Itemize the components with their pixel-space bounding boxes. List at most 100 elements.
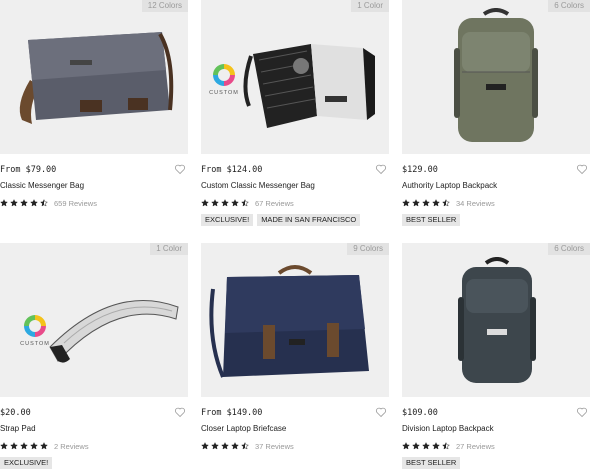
heart-outline-icon[interactable]: [174, 406, 186, 418]
heart-outline-icon[interactable]: [375, 406, 387, 418]
tag-list: BEST SELLER: [402, 457, 590, 469]
product-image-tile[interactable]: 6 Colors: [402, 243, 590, 397]
star-icon: [211, 199, 219, 207]
product-card[interactable]: 1 Color CUSTOM From $124.00 Custom Class…: [201, 0, 389, 226]
star-rating: [201, 199, 249, 207]
product-price: $129.00: [402, 165, 438, 175]
star-icon: [422, 199, 430, 207]
product-name[interactable]: Closer Laptop Briefcase: [201, 424, 389, 436]
colors-badge: 1 Color: [351, 0, 389, 12]
product-price: From $149.00: [201, 408, 263, 418]
tag-list: BEST SELLER: [402, 214, 590, 226]
star-icon: [201, 199, 209, 207]
star-icon: [422, 442, 430, 450]
messenger-bag-image: [19, 32, 174, 124]
rating-row[interactable]: 2 Reviews: [0, 440, 188, 452]
star-icon: [20, 199, 28, 207]
product-price: From $79.00: [0, 165, 57, 175]
colors-badge: 9 Colors: [347, 243, 389, 255]
star-icon: [432, 199, 440, 207]
colors-badge: 6 Colors: [548, 0, 590, 12]
product-card[interactable]: 9 Colors From $149.00 Closer Laptop Brie…: [201, 243, 389, 457]
star-icon: [40, 199, 48, 207]
review-count[interactable]: 27 Reviews: [456, 442, 495, 451]
review-count[interactable]: 34 Reviews: [456, 199, 495, 208]
star-icon: [30, 442, 38, 450]
star-icon: [412, 442, 420, 450]
star-icon: [40, 442, 48, 450]
backpack-image: [454, 8, 538, 142]
product-name[interactable]: Strap Pad: [0, 424, 188, 436]
product-tag: BEST SELLER: [402, 457, 461, 469]
star-rating: [402, 199, 450, 207]
product-tag: MADE IN SAN FRANCISCO: [257, 214, 361, 226]
star-icon: [0, 442, 8, 450]
backpack-image: [458, 257, 536, 383]
custom-label: CUSTOM: [209, 90, 239, 96]
product-tag: EXCLUSIVE!: [201, 214, 254, 226]
rating-row[interactable]: 659 Reviews: [0, 197, 188, 209]
product-card[interactable]: 12 Colors From $79.00 Classic Messenger …: [0, 0, 188, 214]
star-icon: [231, 442, 239, 450]
star-icon: [10, 199, 18, 207]
rating-row[interactable]: 34 Reviews: [402, 197, 590, 209]
product-price: $109.00: [402, 408, 438, 418]
star-icon: [20, 442, 28, 450]
product-image-tile[interactable]: 6 Colors: [402, 0, 590, 154]
star-icon: [241, 442, 249, 450]
star-icon: [432, 442, 440, 450]
product-card[interactable]: 6 Colors $109.00 Division Laptop Backpac…: [402, 243, 590, 469]
rating-row[interactable]: 37 Reviews: [201, 440, 389, 452]
star-icon: [221, 199, 229, 207]
product-name[interactable]: Custom Classic Messenger Bag: [201, 181, 389, 193]
star-icon: [412, 199, 420, 207]
review-count[interactable]: 37 Reviews: [255, 442, 294, 451]
product-tag: EXCLUSIVE!: [0, 457, 53, 469]
product-image-tile[interactable]: 9 Colors: [201, 243, 389, 397]
star-icon: [402, 199, 410, 207]
star-icon: [30, 199, 38, 207]
star-rating: [0, 199, 48, 207]
star-icon: [402, 442, 410, 450]
star-rating: [402, 442, 450, 450]
product-name[interactable]: Classic Messenger Bag: [0, 181, 188, 193]
star-rating: [0, 442, 48, 450]
heart-outline-icon[interactable]: [174, 163, 186, 175]
star-icon: [231, 199, 239, 207]
product-image-tile[interactable]: 1 Color CUSTOM: [0, 243, 188, 397]
review-count[interactable]: 67 Reviews: [255, 199, 294, 208]
strap-pad-image: [49, 300, 179, 363]
star-icon: [201, 442, 209, 450]
review-count[interactable]: 659 Reviews: [54, 199, 97, 208]
briefcase-image: [209, 265, 369, 378]
heart-outline-icon[interactable]: [576, 406, 588, 418]
colors-badge: 6 Colors: [548, 243, 590, 255]
product-card[interactable]: 6 Colors $129.00 Authority Laptop Backpa…: [402, 0, 590, 226]
star-icon: [241, 199, 249, 207]
star-icon: [10, 442, 18, 450]
product-image-tile[interactable]: 1 Color CUSTOM: [201, 0, 389, 154]
colors-badge: 1 Color: [150, 243, 188, 255]
star-icon: [0, 199, 8, 207]
review-count[interactable]: 2 Reviews: [54, 442, 89, 451]
star-icon: [221, 442, 229, 450]
product-tag: BEST SELLER: [402, 214, 461, 226]
custom-ring-icon: [24, 315, 46, 337]
product-price: From $124.00: [201, 165, 263, 175]
star-rating: [201, 442, 249, 450]
product-card[interactable]: 1 Color CUSTOM $20.00 Strap Pad 2 Review…: [0, 243, 188, 469]
product-name[interactable]: Division Laptop Backpack: [402, 424, 590, 436]
product-price: $20.00: [0, 408, 31, 418]
rating-row[interactable]: 27 Reviews: [402, 440, 590, 452]
heart-outline-icon[interactable]: [576, 163, 588, 175]
product-image-tile[interactable]: 12 Colors: [0, 0, 188, 154]
star-icon: [442, 442, 450, 450]
custom-messenger-bag-image: [243, 44, 375, 128]
star-icon: [442, 199, 450, 207]
heart-outline-icon[interactable]: [375, 163, 387, 175]
product-name[interactable]: Authority Laptop Backpack: [402, 181, 590, 193]
custom-logo: CUSTOM: [209, 64, 239, 96]
star-icon: [211, 442, 219, 450]
tag-list: EXCLUSIVE! MADE IN SAN FRANCISCO: [201, 214, 389, 226]
rating-row[interactable]: 67 Reviews: [201, 197, 389, 209]
